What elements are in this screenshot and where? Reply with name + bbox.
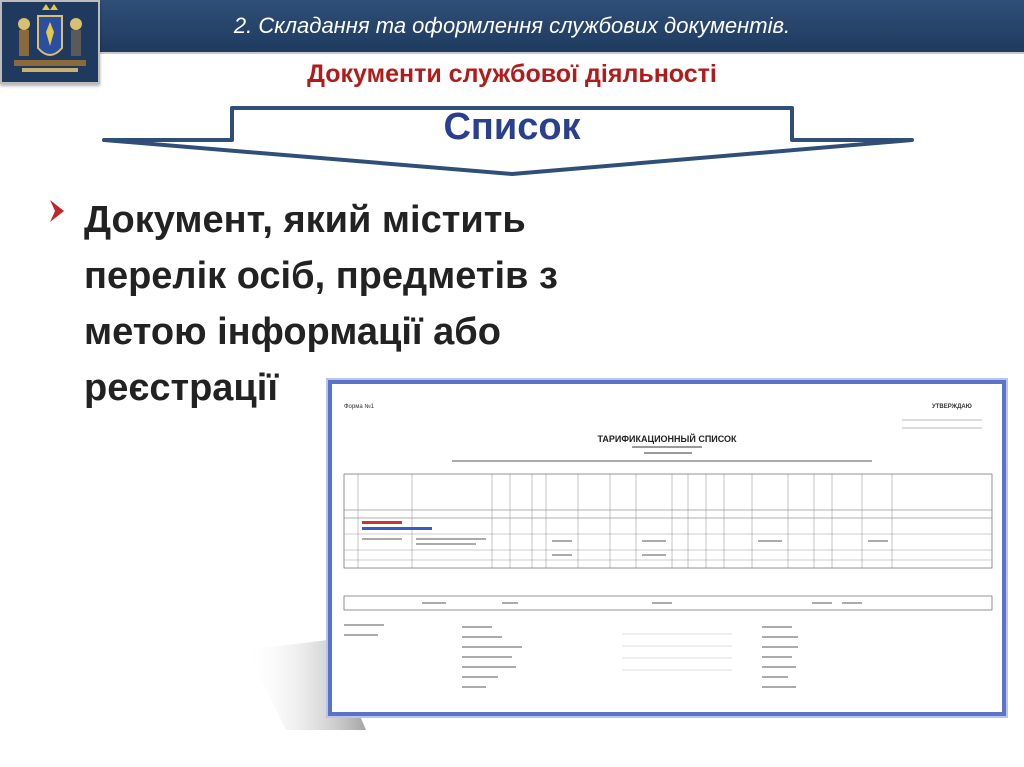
banner-label: Список — [443, 106, 581, 148]
document-image: Форма №1 УТВЕРЖДАЮ ТАРИФИКАЦИОННЫЙ СПИСО… — [328, 380, 1006, 716]
arrow-bullet-icon — [50, 200, 64, 222]
definition-line-2: перелік осіб, предметів з — [84, 255, 558, 297]
definition-line-1: Документ, який містить — [84, 199, 526, 241]
definition-line-3: метою інформації або — [84, 311, 501, 353]
header-bar: 2. Складання та оформлення службових док… — [0, 0, 1024, 54]
section-subtitle: Документи службової діяльності — [307, 60, 717, 88]
document-table-graphic — [343, 419, 993, 688]
header-title: 2. Складання та оформлення службових док… — [233, 13, 791, 38]
